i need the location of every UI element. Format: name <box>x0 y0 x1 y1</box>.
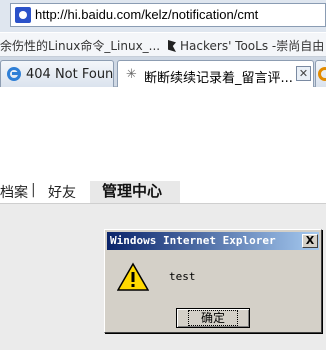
favorite-label: Hackers' TooLs -崇尚自由 ! <box>180 39 326 53</box>
page-nav: 档案 | 好友 管理中心 <box>0 181 326 203</box>
warning-icon <box>117 262 149 291</box>
ok-button-label: 确定 <box>187 310 238 326</box>
address-bar[interactable]: http://hi.baidu.com/kelz/notification/cm… <box>10 3 326 27</box>
ie-icon <box>318 67 326 81</box>
nav-item-friends[interactable]: 好友 <box>48 182 76 202</box>
alert-dialog: Windows Internet Explorer X test 确定 <box>104 229 322 333</box>
favorite-link-linux[interactable]: 余伤性的Linux命令_Linux_... <box>0 37 160 54</box>
tab-strip: 404 Not Found ✳ 断断续续记录着_留言评... ✕ <box>0 57 326 87</box>
baidu-favicon-icon <box>15 7 31 23</box>
tab-404[interactable]: 404 Not Found <box>0 60 114 87</box>
nav-item-management[interactable]: 管理中心 <box>90 181 180 203</box>
favorite-link-hackers-tools[interactable]: Hackers' TooLs -崇尚自由 ! <box>168 37 326 54</box>
favorites-bar: 余伤性的Linux命令_Linux_... Hackers' TooLs -崇尚… <box>0 33 326 57</box>
dialog-message: test <box>169 270 196 283</box>
tab-active[interactable]: ✳ 断断续续记录着_留言评... ✕ <box>117 60 314 87</box>
ie-icon <box>7 67 21 81</box>
dialog-titlebar[interactable]: Windows Internet Explorer X <box>107 232 319 250</box>
tab-label: 断断续续记录着_留言评... <box>144 71 293 86</box>
loading-icon: ✳ <box>126 67 137 82</box>
ok-button[interactable]: 确定 <box>176 308 250 328</box>
tab-label: 404 Not Found <box>26 67 114 82</box>
nav-separator: | <box>31 182 36 198</box>
tab-partial[interactable] <box>315 60 326 87</box>
dialog-title: Windows Internet Explorer <box>110 234 276 247</box>
nav-item-archive[interactable]: 档案 <box>0 182 28 202</box>
flag-icon <box>168 40 176 52</box>
close-button[interactable]: X <box>302 234 318 248</box>
tab-close-icon[interactable]: ✕ <box>296 66 311 81</box>
address-bar-row: http://hi.baidu.com/kelz/notification/cm… <box>0 0 326 32</box>
address-url[interactable]: http://hi.baidu.com/kelz/notification/cm… <box>35 7 258 22</box>
